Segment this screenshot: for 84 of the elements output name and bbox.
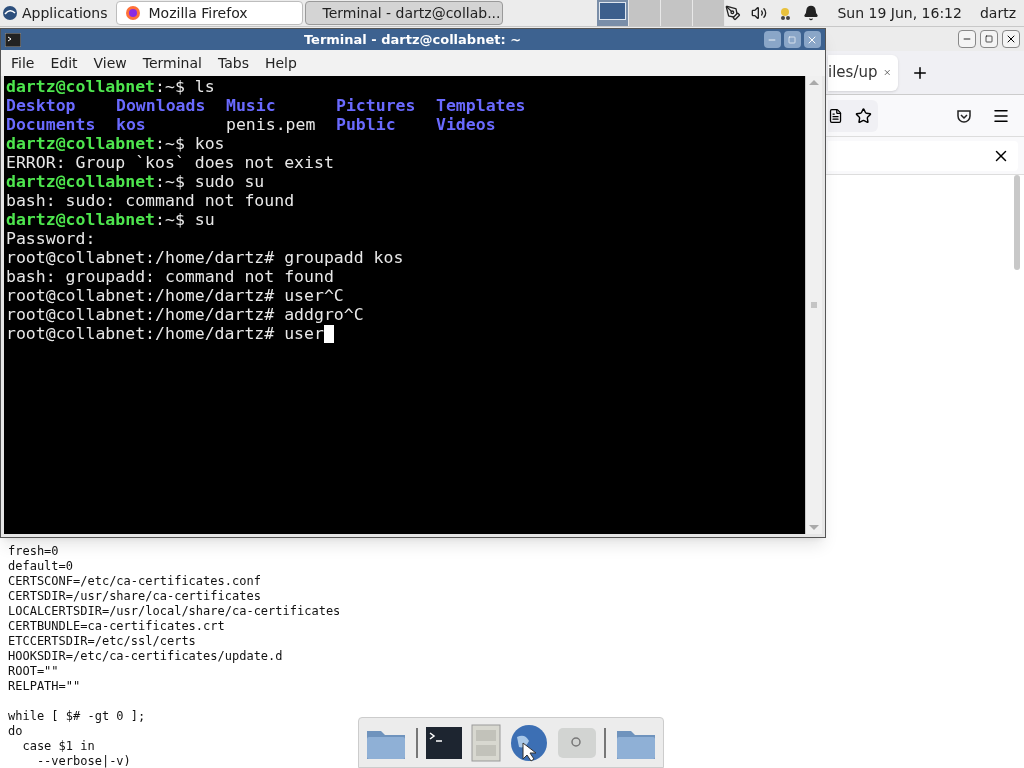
- clock[interactable]: Sun 19 Jun, 16:12: [837, 2, 962, 24]
- close-button[interactable]: [1002, 30, 1020, 48]
- terminal-text: dartz@collabnet: [6, 134, 155, 153]
- workspace-thumbnail[interactable]: [629, 0, 662, 26]
- terminal-text: :~$ su: [155, 210, 215, 229]
- taskbar-button[interactable]: Terminal - dartz@collab...: [305, 1, 504, 25]
- terminal-text: kos: [116, 115, 146, 134]
- terminal-text: root@collabnet:/home/dartz# user: [6, 324, 324, 343]
- terminal-text: root@collabnet:/home/dartz# groupadd kos: [6, 248, 404, 267]
- terminal-text: :~$ kos: [155, 134, 225, 153]
- code-line: LOCALCERTSDIR=/usr/local/share/ca-certificates: [8, 604, 341, 619]
- code-line: ROOT="": [8, 664, 59, 679]
- notification-icon[interactable]: [803, 5, 820, 21]
- menu-item[interactable]: Terminal: [134, 52, 210, 74]
- user-name[interactable]: dartz: [979, 2, 1016, 24]
- pen-icon[interactable]: [725, 5, 742, 21]
- close-icon: [1005, 33, 1017, 45]
- terminal-text: Downloads: [116, 96, 206, 115]
- scroll-up-icon[interactable]: [808, 78, 820, 86]
- minimize-button[interactable]: [958, 30, 976, 48]
- code-line: CERTBUNDLE=ca-certificates.crt: [8, 619, 225, 634]
- scroll-grip-icon[interactable]: [811, 302, 817, 308]
- find-field[interactable]: [828, 140, 1018, 171]
- search-icon[interactable]: [557, 727, 596, 758]
- terminal-text: bash: groupadd: command not found: [6, 267, 334, 286]
- terminal-text: :~$ sudo su: [155, 172, 265, 191]
- terminal-icon[interactable]: [426, 726, 463, 759]
- terminal-text: ERROR: Group `kos` does not exist: [6, 153, 334, 172]
- bookmark-star-icon[interactable]: [855, 106, 872, 125]
- browser-tab[interactable]: iles/up: [828, 54, 898, 91]
- terminal-text: Desktop: [6, 96, 76, 115]
- terminal-text: :~$ ls: [155, 77, 215, 96]
- terminal-text: root@collabnet:/home/dartz# addgro^C: [6, 305, 364, 324]
- volume-icon[interactable]: [751, 5, 768, 21]
- code-line: ETCCERTSDIR=/etc/ssl/certs: [8, 634, 196, 649]
- terminal-text: bash: sudo: command not found: [6, 191, 295, 210]
- code-line: CERTSDIR=/usr/share/ca-certificates: [8, 589, 261, 604]
- code-line: CERTSCONF=/etc/ca-certificates.conf: [8, 574, 261, 589]
- workspace-thumbnail[interactable]: [597, 0, 630, 26]
- workspace-thumbnail[interactable]: [693, 0, 726, 26]
- menu-item[interactable]: View: [85, 52, 135, 74]
- taskbar-button[interactable]: Mozilla Firefox: [115, 1, 304, 25]
- terminal-text: Password:: [6, 229, 96, 248]
- window-title: Terminal - dartz@collabnet: ~: [302, 30, 522, 49]
- terminal-text: dartz@collabnet: [6, 172, 155, 191]
- menu-item[interactable]: Help: [256, 52, 305, 74]
- applications-menu[interactable]: Applications: [0, 0, 116, 26]
- workspace-thumbnail[interactable]: [661, 0, 694, 26]
- minimize-button[interactable]: [764, 31, 781, 48]
- terminal-text: Pictures: [336, 96, 416, 115]
- terminal-icon: [5, 32, 21, 47]
- maximize-button[interactable]: [784, 31, 801, 48]
- scrollbar[interactable]: [805, 76, 822, 534]
- terminal-text: Templates: [436, 96, 526, 115]
- terminal-text: Videos: [436, 115, 496, 134]
- code-line: RELPATH="": [8, 679, 81, 694]
- browser-icon: [124, 5, 141, 21]
- code-line: HOOKSDIR=/etc/ca-certificates/update.d: [8, 649, 283, 664]
- menu-item[interactable]: Edit: [42, 52, 86, 74]
- maximize-icon: [788, 35, 797, 44]
- terminal-text: Documents: [6, 115, 96, 134]
- file-cabinet-icon[interactable]: [470, 723, 501, 762]
- globe-icon[interactable]: [509, 722, 550, 763]
- address-bar[interactable]: [828, 99, 878, 132]
- menu-item[interactable]: Tabs: [209, 52, 257, 74]
- terminal-text: penis.pem: [226, 115, 316, 134]
- terminal-text: dartz@collabnet: [6, 210, 155, 229]
- terminal-text: Music: [226, 96, 276, 115]
- code-line: while [ $# -gt 0 ];: [8, 709, 146, 724]
- scroll-down-icon[interactable]: [808, 524, 820, 532]
- terminal-text: root@collabnet:/home/dartz# user^C: [6, 286, 344, 305]
- maximize-icon: [985, 35, 993, 43]
- code-line: --verbose|-v): [35, 754, 131, 768]
- code-line: case $1 in: [21, 739, 95, 754]
- logo-icon: [2, 5, 18, 21]
- menu-item[interactable]: File: [3, 52, 43, 74]
- code-line: fresh=0: [8, 544, 59, 559]
- scrollbar[interactable]: [1014, 175, 1020, 270]
- code-line: default=0: [8, 559, 74, 574]
- reader-view-icon[interactable]: [828, 107, 844, 124]
- terminal-text: dartz@collabnet: [6, 77, 155, 96]
- terminal-text: Public: [336, 115, 396, 134]
- code-line: do: [8, 724, 23, 739]
- pocket-icon[interactable]: [956, 107, 972, 124]
